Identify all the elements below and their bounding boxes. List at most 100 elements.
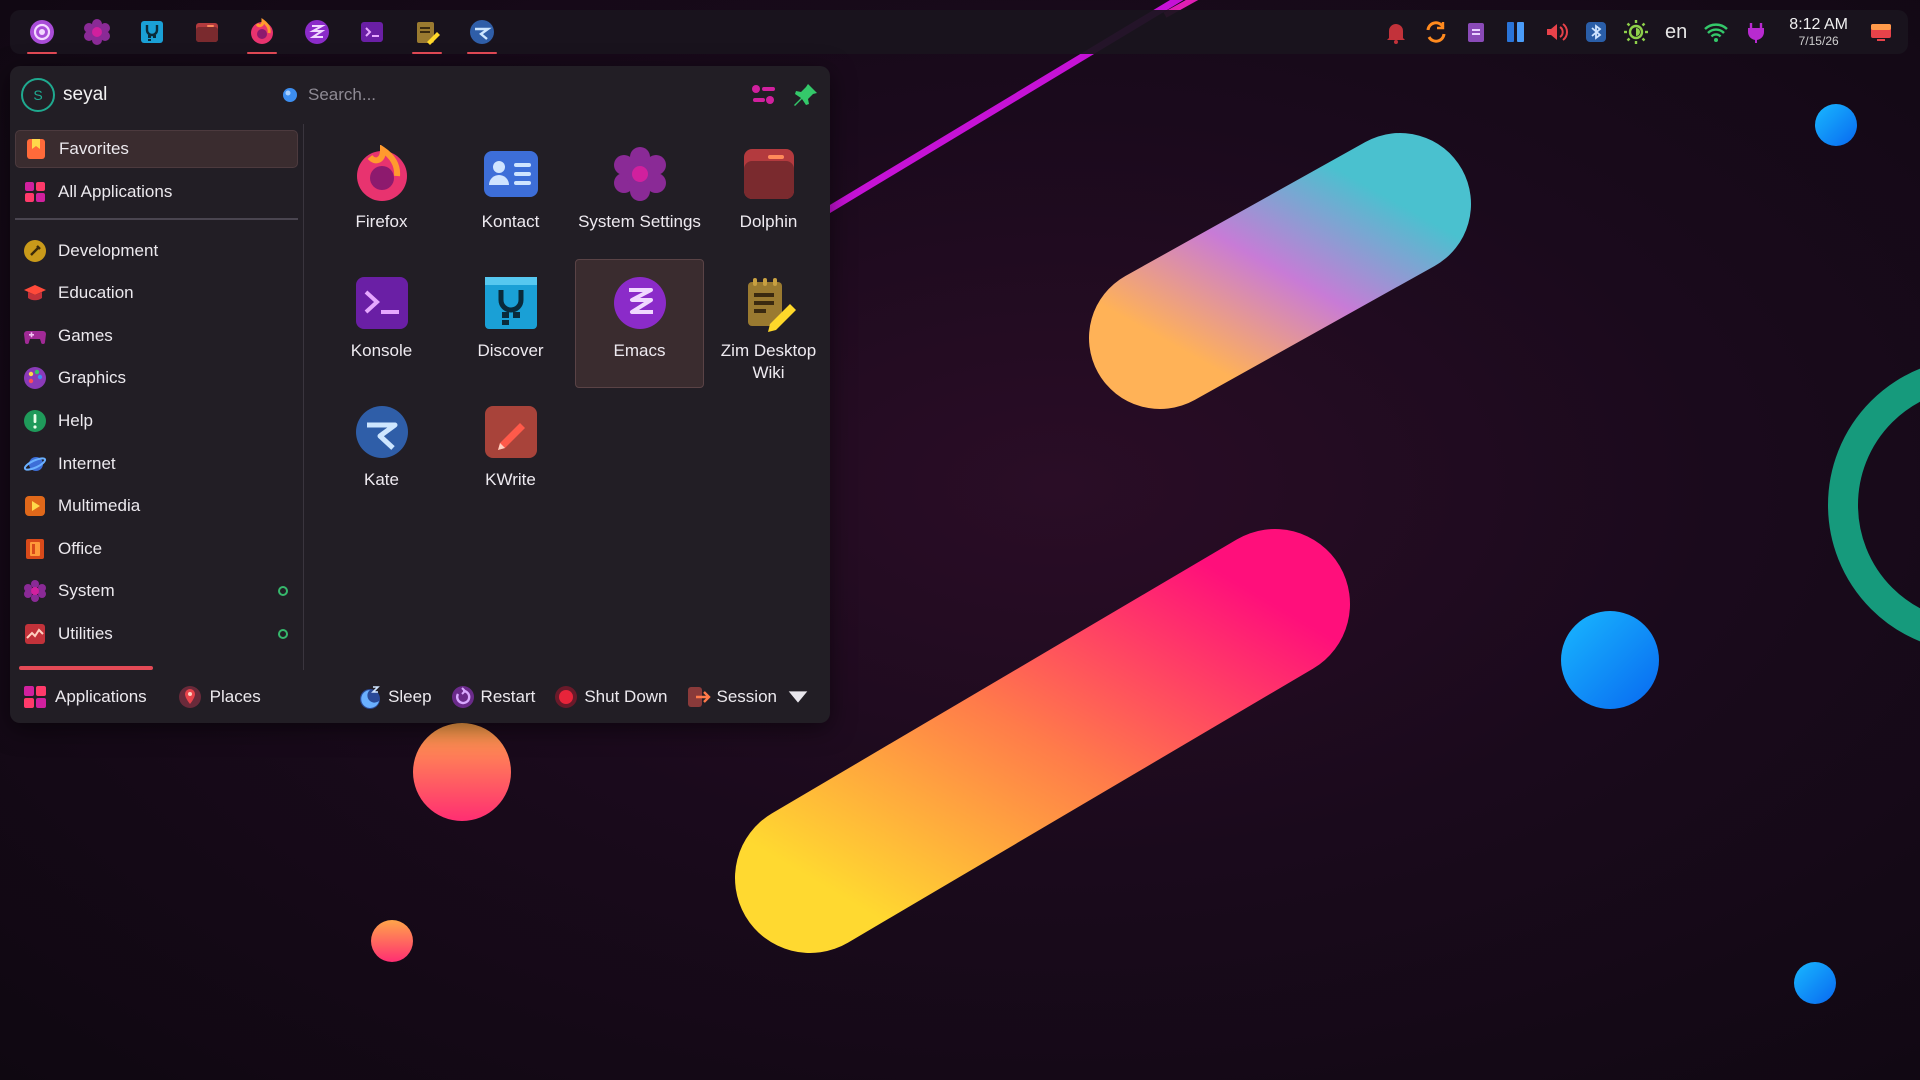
search-input[interactable] (308, 85, 688, 105)
dolphin-icon (743, 149, 794, 199)
shutdown-icon (555, 685, 578, 708)
tray-show-desktop[interactable] (1866, 17, 1896, 47)
konsole-icon (355, 277, 408, 329)
tray-notifications[interactable] (1381, 17, 1411, 47)
discover-icon (141, 21, 163, 43)
app-name: Kate (364, 470, 399, 489)
category-label: Utilities (58, 623, 113, 643)
app-tile-kontact[interactable]: Kontact (446, 130, 575, 259)
tray-display[interactable] (1501, 17, 1531, 47)
digital-clock[interactable]: 8:12 AM 7/15/26 (1781, 16, 1856, 48)
search-icon (283, 88, 297, 102)
avatar[interactable]: S (21, 78, 55, 112)
task-system-settings[interactable] (77, 10, 117, 54)
task-dolphin[interactable] (187, 10, 227, 54)
app-name: KWrite (485, 470, 536, 489)
category-label: Internet (58, 453, 116, 473)
emacs-icon (613, 277, 666, 329)
tray-bluetooth[interactable] (1581, 17, 1611, 47)
power-label: Sleep (388, 686, 432, 706)
category-label: Games (58, 325, 113, 345)
app-name: Emacs (613, 341, 666, 360)
shutdown-button[interactable]: Shut Down (553, 684, 668, 710)
category-label: Favorites (59, 139, 129, 158)
multimedia-icon (25, 496, 45, 517)
tray-updates[interactable] (1421, 17, 1451, 47)
app-name: Discover (477, 341, 544, 360)
tab-places[interactable]: Places (177, 684, 261, 710)
tray-volume[interactable] (1541, 17, 1571, 47)
sleep-button[interactable]: Sleep (357, 684, 432, 710)
app-tile-discover[interactable]: Discover (446, 259, 575, 388)
category-education[interactable]: Education (15, 274, 298, 312)
app-name: Kontact (481, 212, 540, 231)
volume-icon (1547, 23, 1569, 41)
category-system[interactable]: System (15, 572, 298, 610)
app-tile-system-settings[interactable]: System Settings (575, 130, 704, 259)
tray-clipboard[interactable] (1461, 17, 1491, 47)
kate-icon (355, 406, 408, 458)
app-tile-kate[interactable]: Kate (317, 388, 446, 517)
wallpaper-orange-orb (413, 723, 511, 821)
system-icon (24, 580, 46, 603)
category-internet[interactable]: Internet (15, 445, 298, 483)
task-kate[interactable] (462, 10, 502, 54)
tray-power[interactable] (1741, 17, 1771, 47)
category-utilities[interactable]: Utilities (15, 615, 298, 653)
category-label: System (58, 581, 115, 601)
username[interactable]: seyal (63, 84, 271, 106)
launcher-icon (30, 20, 54, 44)
session-menu-button[interactable]: Session (686, 684, 816, 710)
app-tile-firefox[interactable]: Firefox (317, 130, 446, 259)
battery-plug-icon (1748, 23, 1765, 43)
wallpaper-top-pill (1089, 133, 1471, 409)
palette-icon (24, 367, 46, 390)
category-label: Help (58, 410, 93, 430)
clock-time: 8:12 AM (1789, 16, 1848, 33)
app-tile-emacs[interactable]: Emacs (575, 259, 704, 388)
tab-label: Places (209, 686, 261, 706)
wallpaper-bottom-pill (735, 529, 1350, 953)
configure-icon[interactable] (750, 81, 778, 109)
category-label: All Applications (58, 181, 173, 201)
category-graphics[interactable]: Graphics (15, 359, 298, 397)
category-development[interactable]: Development (15, 232, 298, 270)
category-all-applications[interactable]: All Applications (15, 173, 298, 211)
application-launcher: S seyal Favorites All Applications Devel… (10, 66, 830, 723)
favorites-icon (27, 139, 45, 159)
keyboard-layout[interactable]: en (1661, 21, 1691, 44)
task-launcher[interactable] (22, 10, 62, 54)
new-apps-indicator (278, 628, 288, 639)
app-name: Dolphin (739, 212, 798, 231)
office-icon (26, 538, 44, 559)
search-field[interactable] (271, 75, 740, 115)
power-label: Restart (480, 686, 536, 706)
task-firefox[interactable] (242, 10, 282, 54)
category-office[interactable]: Office (15, 530, 298, 568)
power-label: Session (716, 686, 777, 706)
category-games[interactable]: Games (15, 317, 298, 355)
restart-button[interactable]: Restart (450, 684, 536, 710)
task-emacs[interactable] (297, 10, 337, 54)
task-discover[interactable] (132, 10, 172, 54)
task-konsole[interactable] (352, 10, 392, 54)
restart-icon (451, 685, 474, 708)
power-label: Shut Down (584, 686, 668, 706)
task-zim[interactable] (407, 10, 447, 54)
pin-icon[interactable] (792, 81, 820, 109)
launcher-footer: Applications Places Sleep Restart Shut D… (10, 666, 830, 723)
utilities-icon (25, 623, 45, 644)
tray-brightness[interactable] (1621, 17, 1651, 47)
category-favorites[interactable]: Favorites (15, 130, 298, 168)
category-multimedia[interactable]: Multimedia (15, 487, 298, 525)
app-tile-kwrite[interactable]: KWrite (446, 388, 575, 517)
tray-network[interactable] (1701, 17, 1731, 47)
dolphin-icon (196, 23, 218, 42)
category-label: Education (58, 283, 134, 303)
category-help[interactable]: Help (15, 402, 298, 440)
app-tile-zim-desktop-wiki[interactable]: Zim Desktop Wiki (704, 259, 833, 388)
tab-applications[interactable]: Applications (22, 684, 147, 710)
app-tile-dolphin[interactable]: Dolphin (704, 130, 833, 259)
app-tile-konsole[interactable]: Konsole (317, 259, 446, 388)
education-icon (24, 285, 46, 301)
